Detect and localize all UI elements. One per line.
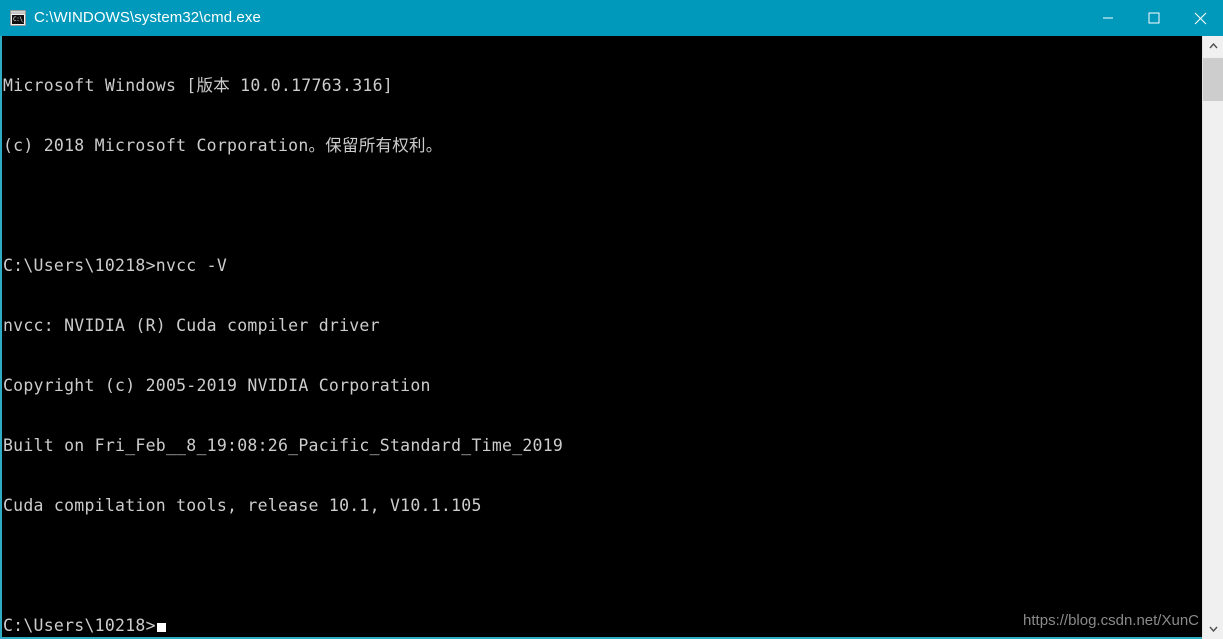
close-button[interactable] [1177,0,1223,36]
scrollbar-track[interactable] [1203,56,1223,619]
console-output: Microsoft Windows [版本 10.0.17763.316] (c… [2,36,564,637]
console-client-area[interactable]: Microsoft Windows [版本 10.0.17763.316] (c… [0,36,1223,639]
console-line: Copyright (c) 2005-2019 NVIDIA Corporati… [3,376,431,395]
console-line: C:\Users\10218>nvcc -V [3,256,228,275]
window-title: C:\WINDOWS\system32\cmd.exe [34,9,261,26]
cmd-icon-titlebar-strip [11,11,25,14]
scrollbar-thumb[interactable] [1203,58,1223,101]
window-titlebar[interactable]: C:\_ C:\WINDOWS\system32\cmd.exe [0,0,1223,36]
watermark-text: https://blog.csdn.net/XunC [1023,612,1199,629]
cmd-icon-screen: C:\_ [12,15,24,24]
console-line: nvcc: NVIDIA (R) Cuda compiler driver [3,316,380,335]
console-line: Built on Fri_Feb__8_19:08:26_Pacific_Sta… [3,436,564,455]
console-line: Microsoft Windows [版本 10.0.17763.316] [3,76,393,95]
console-line: (c) 2018 Microsoft Corporation。保留所有权利。 [3,136,443,155]
console-prompt: C:\Users\10218> [3,616,156,635]
window-controls [1085,0,1223,36]
console-cursor [156,623,166,632]
vertical-scrollbar[interactable] [1202,36,1223,639]
maximize-button[interactable] [1131,0,1177,36]
cmd-window: C:\_ C:\WINDOWS\system32\cmd.exe [0,0,1223,639]
console-line: Cuda compilation tools, release 10.1, V1… [3,496,482,515]
minimize-button[interactable] [1085,0,1131,36]
console-prompt-line: C:\Users\10218> [3,616,563,636]
scroll-down-arrow-icon[interactable] [1203,619,1223,639]
scroll-up-arrow-icon[interactable] [1203,36,1223,56]
cmd-console-icon: C:\_ [10,10,26,26]
